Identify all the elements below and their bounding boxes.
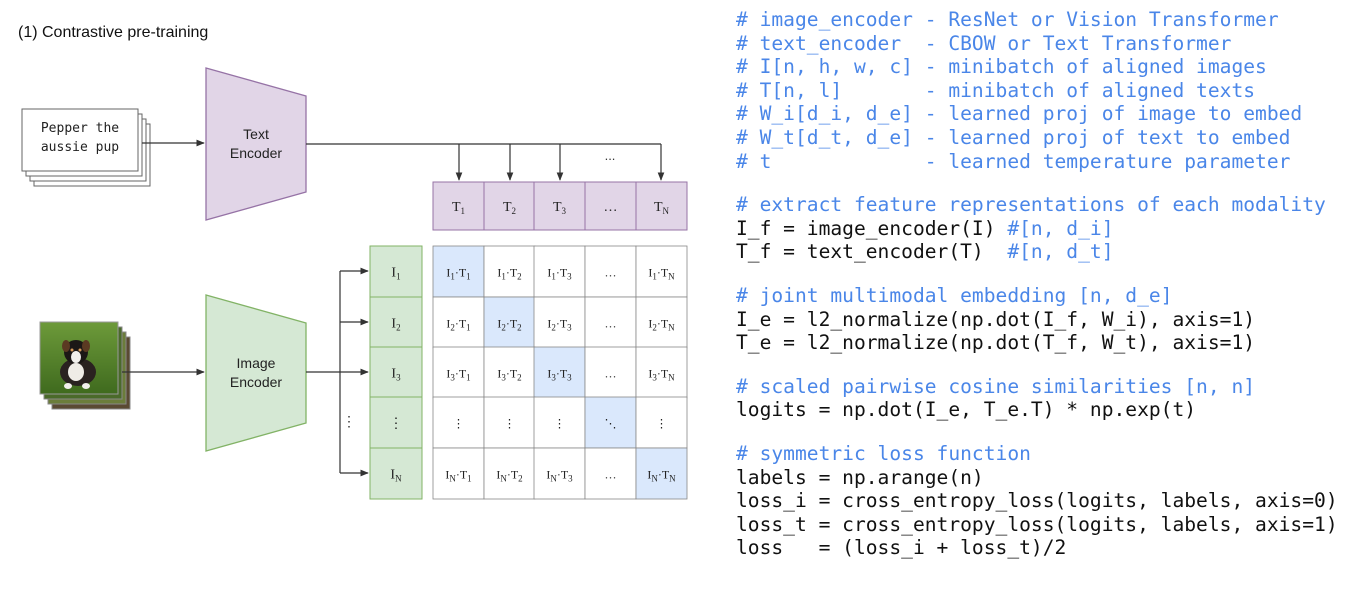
code-line: loss = (loss_i + loss_t)/2 [736, 536, 1067, 560]
code-line: labels = np.arange(n) [736, 465, 984, 489]
code-comment-line: # joint multimodal embedding [n, d_e] [736, 283, 1173, 307]
code-line: T_f = text_encoder(T) #[n, d_t] [736, 240, 1362, 264]
matrix-cell-label: ⋮ [656, 417, 668, 431]
code-comment-line: # I[n, h, w, c] - minibatch of aligned i… [736, 55, 1267, 79]
code-comment-line: # t - learned temperature parameter [736, 149, 1291, 173]
matrix-cell-label: … [605, 367, 617, 381]
bus-ellipsis: ... [605, 148, 616, 163]
code-line: loss_t = cross_entropy_loss(logits, labe… [736, 512, 1338, 536]
code-comment-line: # W_t[d_t, d_e] - learned proj of text t… [736, 125, 1291, 149]
image-encoder-line2: Encoder [230, 374, 282, 390]
code-spacer [736, 173, 1362, 193]
text-encoder-line2: Encoder [230, 145, 282, 161]
code-line: I_e = l2_normalize(np.dot(I_f, W_i), axi… [736, 307, 1256, 331]
code-comment-line: # symmetric loss function [736, 441, 1031, 465]
text-feature-row: T1​T2​T3​…TN​ [432, 181, 688, 231]
code-line: logits = np.dot(I_e, T_e.T) * np.exp(t) [736, 398, 1197, 422]
code-comment-line: # T[n, l] - minibatch of aligned texts [736, 78, 1256, 102]
matrix-cell-label: ⋮ [453, 417, 465, 431]
image-feature-column: I1​I2​I3​⋮IN​ [369, 245, 423, 500]
code-spacer [736, 422, 1362, 442]
text-input-line1: Pepper the [41, 121, 119, 136]
side-ellipsis: ⋮ [342, 415, 356, 430]
code-line: I_f = image_encoder(I) #[n, d_i] [736, 217, 1362, 241]
matrix-cell-label: … [605, 317, 617, 331]
image-input-stack [39, 321, 131, 410]
code-comment-line: # text_encoder - CBOW or Text Transforme… [736, 31, 1232, 55]
code-statement: I_f = image_encoder(I) [736, 216, 1008, 240]
code-line: T_e = l2_normalize(np.dot(T_f, W_t), axi… [736, 331, 1256, 355]
image-encoder-line1: Image [237, 355, 276, 371]
text-encoder: Text Encoder [205, 67, 307, 221]
code-statement: T_f = text_encoder(T) [736, 240, 1008, 264]
matrix-cell-label: ⋮ [554, 417, 566, 431]
text-input-line2: aussie pup [41, 140, 119, 155]
text-feature-label: … [604, 200, 618, 215]
code-inline-comment: #[n, d_i] [1007, 216, 1114, 240]
code-inline-comment: #[n, d_t] [1007, 240, 1114, 264]
code-comment-line: # W_i[d_i, d_e] - learned proj of image … [736, 102, 1303, 126]
code-line: loss_i = cross_entropy_loss(logits, labe… [736, 489, 1338, 513]
matrix-cell-label: … [605, 266, 617, 280]
pseudocode-block: # image_encoder - ResNet or Vision Trans… [736, 8, 1362, 560]
image-encoder: Image Encoder [205, 294, 307, 452]
code-spacer [736, 264, 1362, 284]
code-comment-line: # image_encoder - ResNet or Vision Trans… [736, 8, 1279, 31]
text-input-stack: Pepper the aussie pup [21, 108, 151, 187]
section-title: (1) Contrastive pre-training [18, 24, 208, 41]
matrix-cell-label: … [605, 468, 617, 482]
code-comment-line: # scaled pairwise cosine similarities [n… [736, 374, 1256, 398]
similarity-matrix: I1​·T1​I1​·T2​I1​·T3​…I1​·TN​I2​·T1​I2​·… [432, 245, 688, 500]
matrix-cell-label: ⋮ [504, 417, 516, 431]
clip-diagram: (1) Contrastive pre-training Pepper the … [18, 24, 688, 500]
code-comment-line: # extract feature representations of eac… [736, 193, 1326, 217]
text-encoder-line1: Text [243, 126, 269, 142]
image-feature-label: ⋮ [389, 417, 403, 432]
matrix-cell-label: ⋱ [605, 417, 617, 431]
code-spacer [736, 355, 1362, 375]
